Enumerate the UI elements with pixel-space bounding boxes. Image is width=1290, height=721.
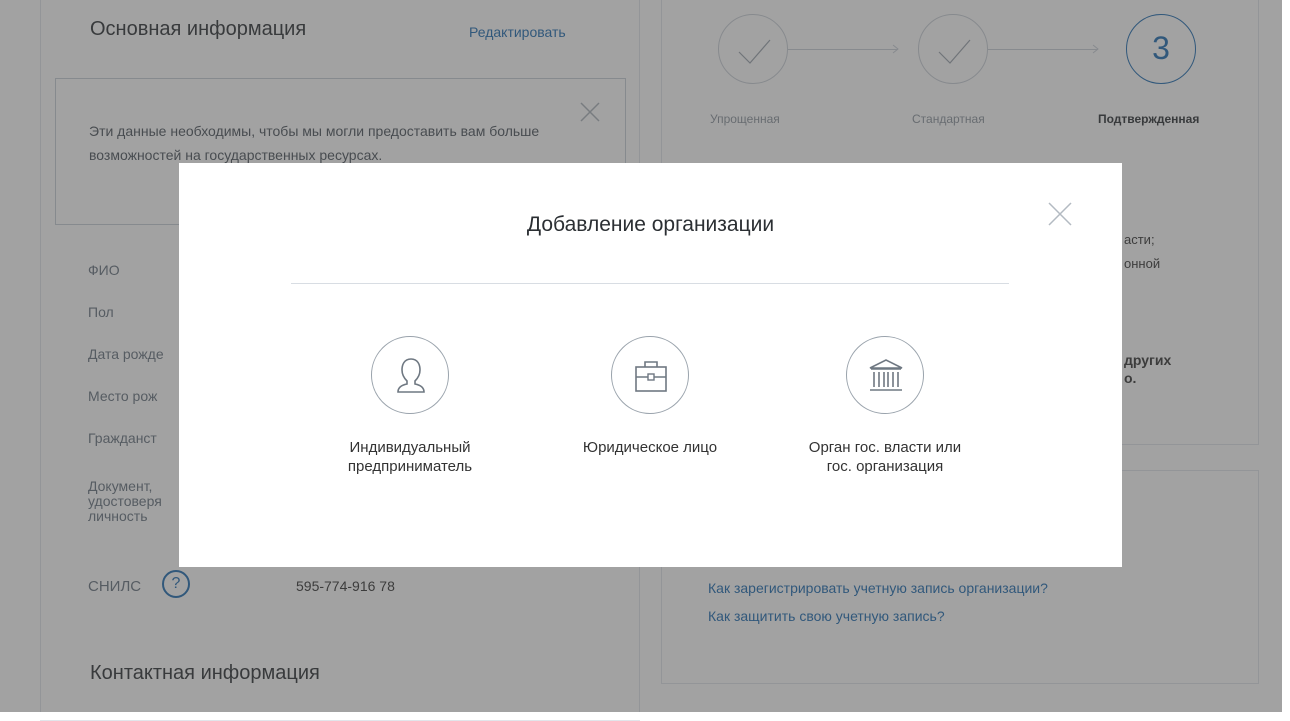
close-icon[interactable]: [1047, 201, 1073, 227]
option-label-ip: Индивидуальный предприниматель: [347, 439, 473, 475]
bottom-edge: [0, 712, 1290, 720]
option-label-gov: Орган гос. власти или гос. организация: [808, 439, 962, 475]
modal-separator: [291, 283, 1009, 284]
person-icon: [371, 336, 449, 414]
add-organization-modal: Добавление организации Индивидуальный пр…: [179, 163, 1122, 567]
option-individual-entrepreneur[interactable]: Индивидуальный предприниматель: [310, 336, 510, 476]
modal-title: Добавление организации: [526, 213, 775, 236]
right-edge: [1282, 0, 1290, 720]
option-legal-entity[interactable]: Юридическое лицо: [550, 336, 750, 457]
option-government-organization[interactable]: Орган гос. власти или гос. организация: [785, 336, 985, 476]
briefcase-icon: [611, 336, 689, 414]
government-building-icon: [846, 336, 924, 414]
option-label-legal: Юридическое лицо: [582, 439, 718, 456]
